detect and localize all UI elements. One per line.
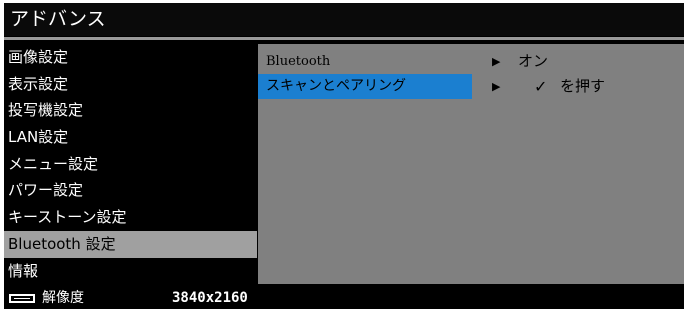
setting-value: オン [518, 52, 549, 70]
osd-window: アドバンス 画像設定 表示設定 投写機設定 LAN設定 メニュー設定 パワー設定… [4, 3, 684, 309]
menu-item-lan-settings[interactable]: LAN設定 [4, 124, 257, 151]
menu-item-projector-settings[interactable]: 投写機設定 [4, 97, 257, 124]
setting-label: スキャンとペアリング [258, 74, 472, 99]
sidebar-menu: 画像設定 表示設定 投写機設定 LAN設定 メニュー設定 パワー設定 キーストー… [4, 44, 257, 286]
menu-item-keystone-settings[interactable]: キーストーン設定 [4, 204, 257, 231]
menu-item-display-settings[interactable]: 表示設定 [4, 71, 257, 98]
status-bar: 解像度 3840x2160 [4, 287, 684, 309]
resolution-label: 解像度 [42, 290, 84, 306]
setting-value: を押す [560, 77, 606, 95]
title-separator [4, 37, 684, 40]
resolution-value: 3840x2160 [172, 290, 248, 306]
setting-label: Bluetooth [266, 54, 331, 69]
menu-item-power-settings[interactable]: パワー設定 [4, 177, 257, 204]
menu-item-bluetooth-settings[interactable]: Bluetooth 設定 [4, 230, 257, 258]
setting-row-bluetooth[interactable]: Bluetooth ▶ オン [258, 49, 684, 74]
menu-item-image-settings[interactable]: 画像設定 [4, 44, 257, 71]
arrow-right-icon: ▶ [492, 55, 501, 68]
settings-panel: Bluetooth ▶ オン スキャンとペアリング ▶ ✓ を押す [258, 44, 684, 284]
display-icon [9, 294, 35, 303]
checkmark-icon: ✓ [534, 77, 548, 96]
menu-item-info[interactable]: 情報 [4, 258, 257, 285]
menu-item-menu-settings[interactable]: メニュー設定 [4, 151, 257, 178]
window-title: アドバンス [4, 3, 684, 36]
setting-row-scan-pairing[interactable]: スキャンとペアリング ▶ ✓ を押す [258, 74, 684, 99]
arrow-right-icon: ▶ [492, 80, 501, 93]
